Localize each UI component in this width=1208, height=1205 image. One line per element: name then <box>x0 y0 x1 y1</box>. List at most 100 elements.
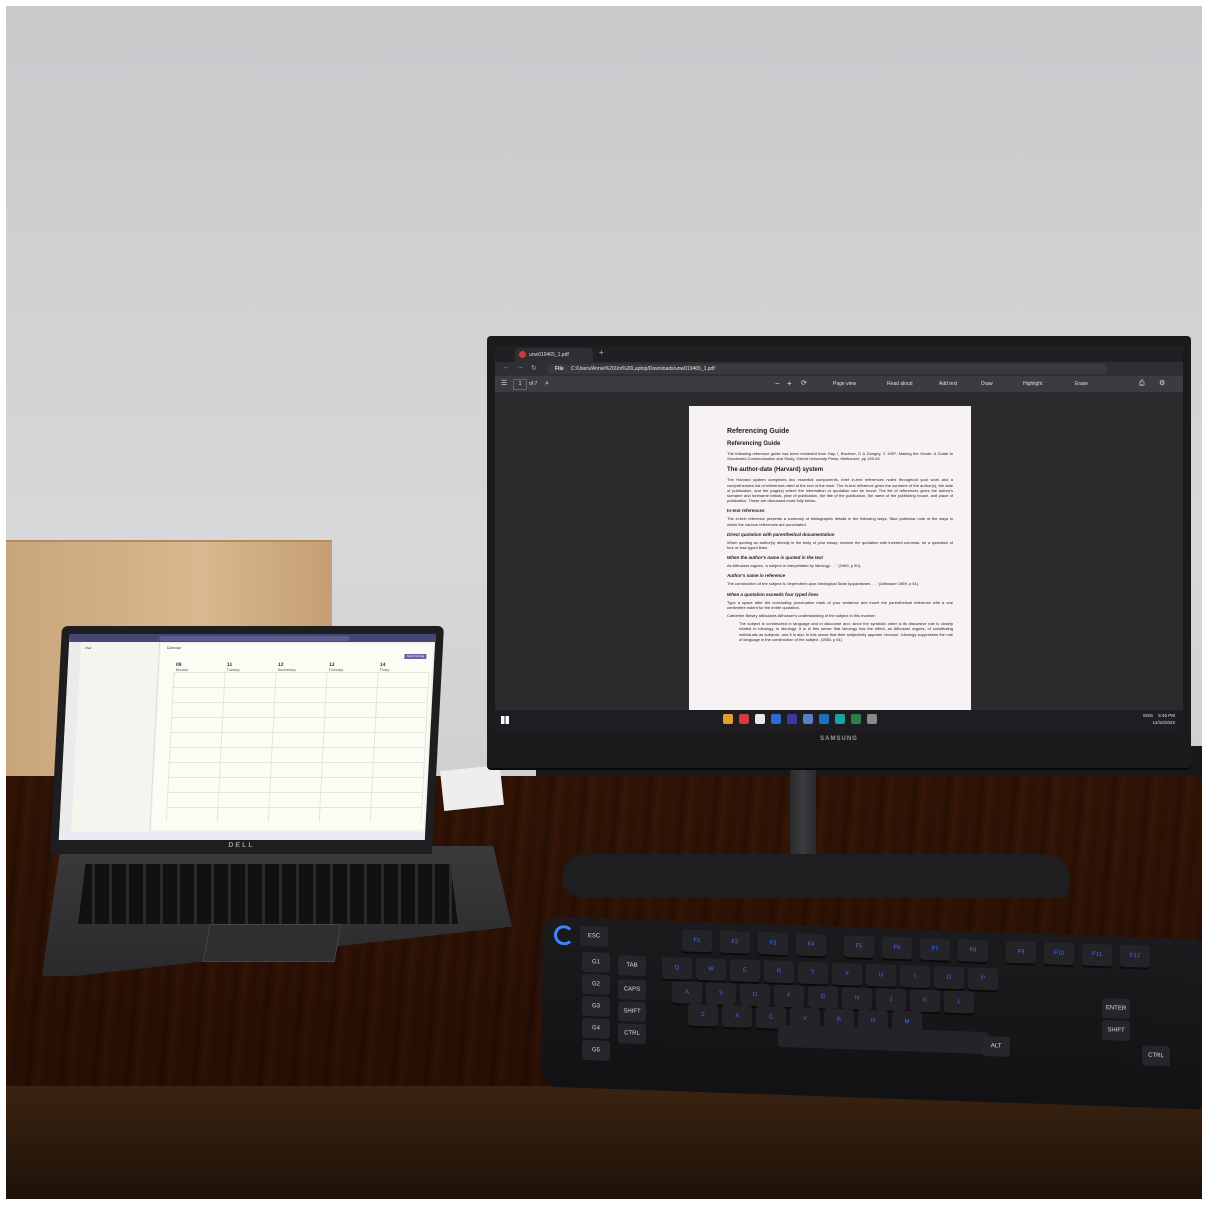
settings-icon[interactable]: ⚙ <box>1159 376 1165 392</box>
function-key[interactable]: F3 <box>758 932 788 956</box>
letter-key[interactable]: P <box>968 967 998 991</box>
app-icon[interactable] <box>851 714 861 724</box>
function-key[interactable]: F8 <box>958 939 988 963</box>
key[interactable]: SHIFT <box>618 1001 646 1023</box>
day-header: 09 Monday <box>175 662 189 672</box>
app-icon[interactable] <box>803 714 813 724</box>
section-heading: In-text references <box>727 508 765 514</box>
page-number-input[interactable]: 1 <box>513 379 527 390</box>
calendar-grid[interactable] <box>165 672 430 822</box>
function-key[interactable]: F1 <box>682 929 712 953</box>
highlight-button[interactable]: Highlight <box>1023 376 1042 392</box>
letter-key[interactable]: K <box>910 989 940 1013</box>
letter-key[interactable]: Q <box>662 956 692 980</box>
g-key[interactable]: G5 <box>582 1039 610 1061</box>
letter-key[interactable]: E <box>730 959 760 983</box>
erase-button[interactable]: Erase <box>1075 376 1088 392</box>
letter-key[interactable]: R <box>764 960 794 984</box>
letter-key[interactable]: I <box>900 964 930 989</box>
g-key[interactable]: G4 <box>582 1017 610 1039</box>
teams-icon[interactable] <box>787 714 797 724</box>
save-icon[interactable]: ⎙ <box>1139 376 1145 392</box>
back-icon[interactable]: ← <box>503 364 510 371</box>
spacebar[interactable] <box>778 1024 988 1055</box>
key[interactable]: TAB <box>618 955 646 977</box>
contents-icon[interactable]: ☰ <box>501 376 507 392</box>
function-key[interactable]: F4 <box>796 933 826 957</box>
letter-key[interactable]: U <box>866 963 896 987</box>
function-key[interactable]: F5 <box>844 935 874 959</box>
function-key[interactable]: F10 <box>1044 942 1074 966</box>
letter-key[interactable]: H <box>842 986 872 1010</box>
zoom-in-icon[interactable]: + <box>787 376 792 392</box>
g-key[interactable]: G2 <box>582 973 610 995</box>
monitor-screen: unw019465_1.pdf + ← → ↻ File C:/Users/An… <box>495 346 1183 730</box>
doc-subtitle: Referencing Guide <box>727 441 781 447</box>
letter-key[interactable]: Y <box>832 962 862 986</box>
g-key[interactable]: G3 <box>582 995 610 1017</box>
key[interactable]: ESC <box>580 925 608 947</box>
letter-key[interactable]: O <box>934 966 964 990</box>
g-key[interactable]: G1 <box>582 951 610 973</box>
pdf-viewer[interactable]: Referencing Guide Referencing Guide The … <box>495 392 1183 726</box>
refresh-icon[interactable]: ↻ <box>531 364 537 372</box>
day-header: 11 Tuesday <box>226 662 241 672</box>
letter-key[interactable]: G <box>808 985 838 1009</box>
key[interactable]: CTRL <box>1142 1045 1170 1067</box>
browser-tab[interactable]: unw019465_1.pdf <box>515 348 593 362</box>
outlook-icon[interactable] <box>819 714 829 724</box>
doc-intro: The following reference guide has been e… <box>727 451 953 462</box>
system-tray[interactable]: ENG 5:46 PM 12/10/2022 <box>1143 712 1175 726</box>
function-key[interactable]: F7 <box>920 937 950 961</box>
letter-key[interactable]: X <box>722 1004 752 1028</box>
key[interactable]: CAPS <box>618 979 646 1001</box>
url-field[interactable]: File C:/Users/Annie%20Uni%20Laptop/Downl… <box>547 364 1107 374</box>
new-meeting-button[interactable]: New meeting <box>404 654 427 659</box>
draw-button[interactable]: Draw <box>981 376 993 392</box>
rotate-icon[interactable]: ⟳ <box>801 376 807 392</box>
laptop-brand-logo: DELL <box>228 842 255 849</box>
left-panel: Chat <box>71 642 161 832</box>
key[interactable]: ALT <box>982 1035 1010 1057</box>
forward-icon[interactable]: → <box>517 364 524 371</box>
subsection-body: When quoting an author(s) directly in th… <box>727 539 953 551</box>
function-key[interactable]: F2 <box>720 930 750 954</box>
letter-key[interactable]: D <box>740 983 770 1007</box>
read-aloud-button[interactable]: Read aloud <box>887 376 913 392</box>
letter-key[interactable]: T <box>798 961 828 985</box>
function-key[interactable]: F9 <box>1006 940 1036 964</box>
letter-key[interactable]: A <box>672 981 702 1005</box>
search-icon[interactable]: ⌕ <box>545 376 549 392</box>
add-text-button[interactable]: Add text <box>939 376 957 392</box>
function-key[interactable]: F6 <box>882 936 912 960</box>
letter-key[interactable]: F <box>774 984 804 1008</box>
letter-key[interactable]: L <box>944 990 974 1014</box>
function-key[interactable]: F11 <box>1082 943 1112 967</box>
subsection-body: As Althusser argues, 'a subject is inter… <box>727 563 862 569</box>
zoom-out-icon[interactable]: − <box>775 376 780 392</box>
app-icon[interactable] <box>867 714 877 724</box>
file-explorer-icon[interactable] <box>723 714 733 724</box>
letter-key[interactable]: J <box>876 988 906 1012</box>
key[interactable]: CTRL <box>618 1023 646 1045</box>
new-tab-icon[interactable]: + <box>599 348 604 357</box>
letter-key[interactable]: Z <box>688 1003 718 1027</box>
key[interactable]: ENTER <box>1102 998 1130 1020</box>
tab-title: unw019465_1.pdf <box>529 352 569 358</box>
letter-key[interactable]: W <box>696 957 726 981</box>
laptop-taskbar <box>58 832 426 840</box>
windows-start-icon[interactable] <box>501 716 509 724</box>
teams-title-bar <box>69 634 436 642</box>
subsection-heading: When a quotation exceeds four typed line… <box>727 591 819 597</box>
page-view-button[interactable]: Page view <box>833 376 856 392</box>
key[interactable]: SHIFT <box>1102 1020 1130 1042</box>
function-key[interactable]: F12 <box>1120 944 1150 968</box>
notepad-icon[interactable] <box>755 714 765 724</box>
word-icon[interactable] <box>771 714 781 724</box>
letter-key[interactable]: S <box>706 982 736 1006</box>
pdf-app-icon[interactable] <box>739 714 749 724</box>
search-input[interactable] <box>159 635 350 641</box>
pdf-icon <box>519 351 526 358</box>
edge-icon[interactable] <box>835 714 845 724</box>
left-panel-title: Chat <box>84 646 92 650</box>
